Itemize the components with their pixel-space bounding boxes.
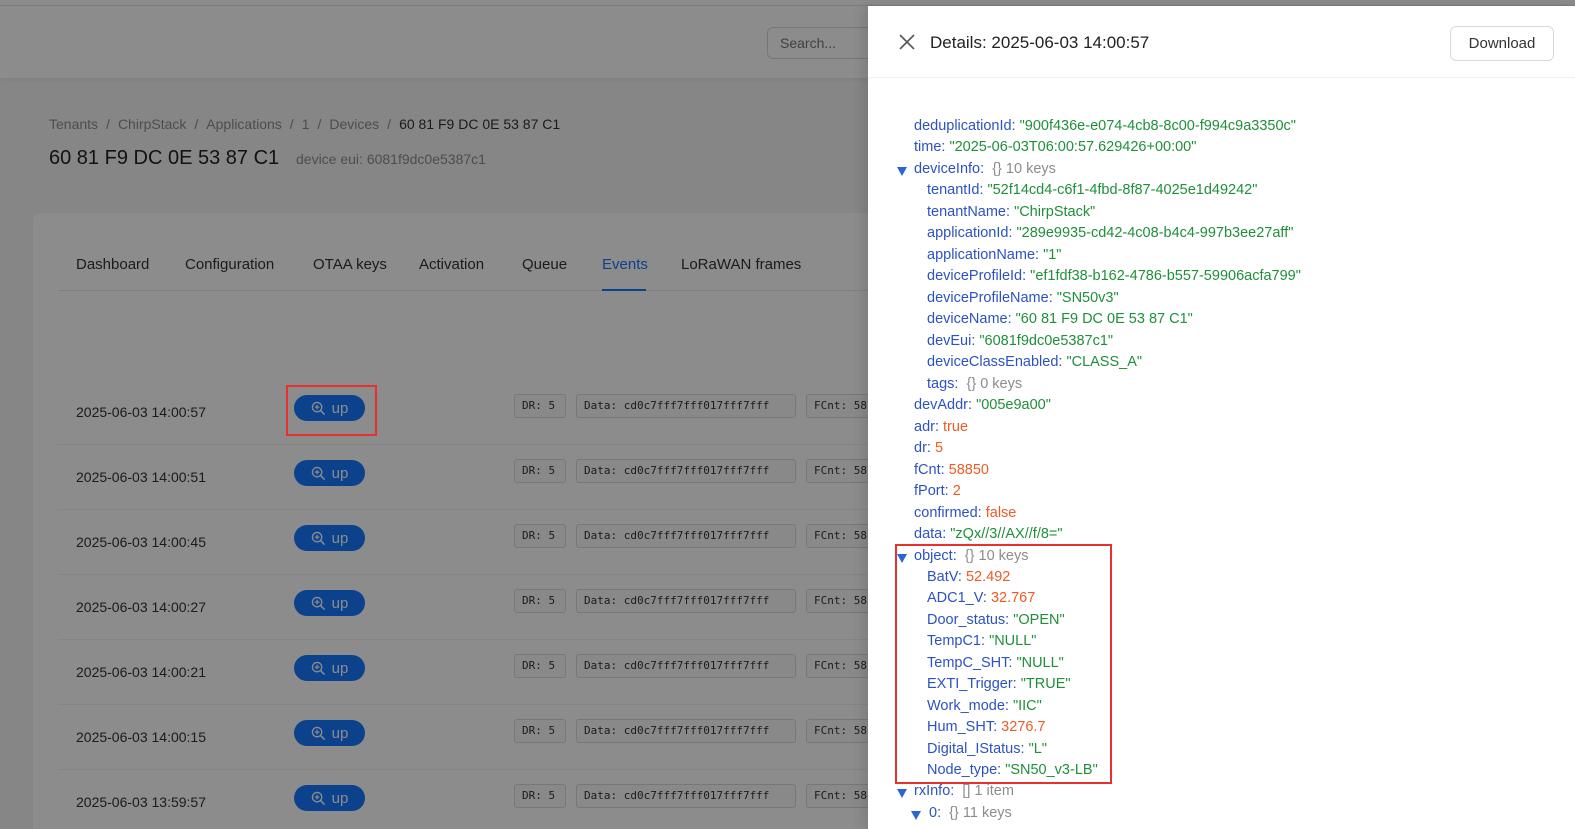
json-value: "1": [1043, 247, 1062, 263]
highlight-box: [286, 385, 377, 436]
json-key: fCnt:: [914, 462, 945, 478]
json-key: devAddr:: [914, 397, 973, 413]
json-key: applicationId:: [927, 225, 1013, 241]
json-line: dr: 5: [914, 438, 943, 459]
json-value: 2: [952, 483, 961, 499]
json-value: "SN50v3": [1056, 290, 1119, 306]
json-line: deduplicationId: "900f436e-e074-4cb8-8c0…: [914, 116, 1296, 137]
json-meta: [] 1 item: [962, 783, 1014, 799]
json-key: 0:: [929, 805, 942, 821]
json-key: confirmed:: [914, 505, 982, 521]
json-line: deviceName: "60 81 F9 DC 0E 53 87 C1": [927, 309, 1193, 330]
json-meta: {} 10 keys: [992, 161, 1056, 177]
json-key: rxInfo:: [914, 783, 955, 799]
json-meta: {} 11 keys: [949, 805, 1012, 821]
json-line: deviceProfileName: "SN50v3": [927, 288, 1119, 309]
json-line: deviceProfileId: "ef1fdf38-b162-4786-b55…: [927, 266, 1301, 287]
json-key: deviceProfileName:: [927, 290, 1053, 306]
json-line: deviceClassEnabled: "CLASS_A": [927, 352, 1142, 373]
json-value: true: [943, 419, 969, 435]
json-value: 5: [934, 440, 944, 456]
json-key: devEui:: [927, 333, 976, 349]
json-value: "ef1fdf38-b162-4786-b557-59906acfa799": [1030, 268, 1301, 284]
json-line: data: "zQx//3//AX//f/8=": [914, 524, 1063, 545]
json-key: deviceClassEnabled:: [927, 354, 1063, 370]
json-line: tenantId: "52f14cd4-c6f1-4fbd-8f87-4025e…: [927, 180, 1257, 201]
json-value: "zQx//3//AX//f/8=": [950, 526, 1063, 542]
json-line: tags: {} 0 keys: [927, 374, 1022, 395]
json-value: "900f436e-e074-4cb8-8c00-f994c9a3350c": [1019, 118, 1296, 134]
highlight-box: [895, 544, 1112, 784]
json-key: data:: [914, 526, 947, 542]
json-value: "ChirpStack": [1014, 204, 1096, 220]
caret-down-icon[interactable]: [897, 789, 907, 798]
json-value: false: [985, 505, 1017, 521]
json-line: applicationName: "1": [927, 245, 1061, 266]
json-value: "2025-06-03T06:00:57.629426+00:00": [949, 139, 1197, 155]
json-line: fPort: 2: [914, 481, 961, 502]
json-key: tenantName:: [927, 204, 1011, 220]
json-key: dr:: [914, 440, 931, 456]
json-key: deduplicationId:: [914, 118, 1016, 134]
json-key: deviceInfo:: [914, 161, 985, 177]
json-value: "289e9935-cd42-4c08-b4c4-997b3ee27aff": [1016, 225, 1294, 241]
json-value: "52f14cd4-c6f1-4fbd-8f87-4025e1d49242": [987, 182, 1258, 198]
json-key: time:: [914, 139, 946, 155]
json-value: "60 81 F9 DC 0E 53 87 C1": [1015, 311, 1193, 327]
json-line: 0: {} 11 keys: [929, 803, 1012, 824]
json-value: "6081f9dc0e5387c1": [979, 333, 1114, 349]
caret-down-icon[interactable]: [911, 811, 921, 820]
json-line: adr: true: [914, 417, 968, 438]
json-key: tenantId:: [927, 182, 984, 198]
json-key: applicationName:: [927, 247, 1040, 263]
json-line: devAddr: "005e9a00": [914, 395, 1051, 416]
json-line: confirmed: false: [914, 503, 1016, 524]
caret-down-icon[interactable]: [897, 167, 907, 176]
json-line: time: "2025-06-03T06:00:57.629426+00:00": [914, 137, 1196, 158]
json-value: 58850: [948, 462, 989, 478]
json-line: deviceInfo: {} 10 keys: [914, 159, 1056, 180]
json-key: fPort:: [914, 483, 949, 499]
json-key: tags:: [927, 376, 959, 392]
json-line: fCnt: 58850: [914, 460, 989, 481]
json-key: adr:: [914, 419, 939, 435]
json-key: deviceName:: [927, 311, 1012, 327]
json-line: applicationId: "289e9935-cd42-4c08-b4c4-…: [927, 223, 1293, 244]
json-value: "005e9a00": [976, 397, 1051, 413]
json-line: devEui: "6081f9dc0e5387c1": [927, 331, 1113, 352]
json-line: rxInfo: [] 1 item: [914, 781, 1014, 802]
json-line: tenantName: "ChirpStack": [927, 202, 1095, 223]
json-meta: {} 0 keys: [966, 376, 1023, 392]
json-value: "CLASS_A": [1066, 354, 1143, 370]
json-key: deviceProfileId:: [927, 268, 1027, 284]
